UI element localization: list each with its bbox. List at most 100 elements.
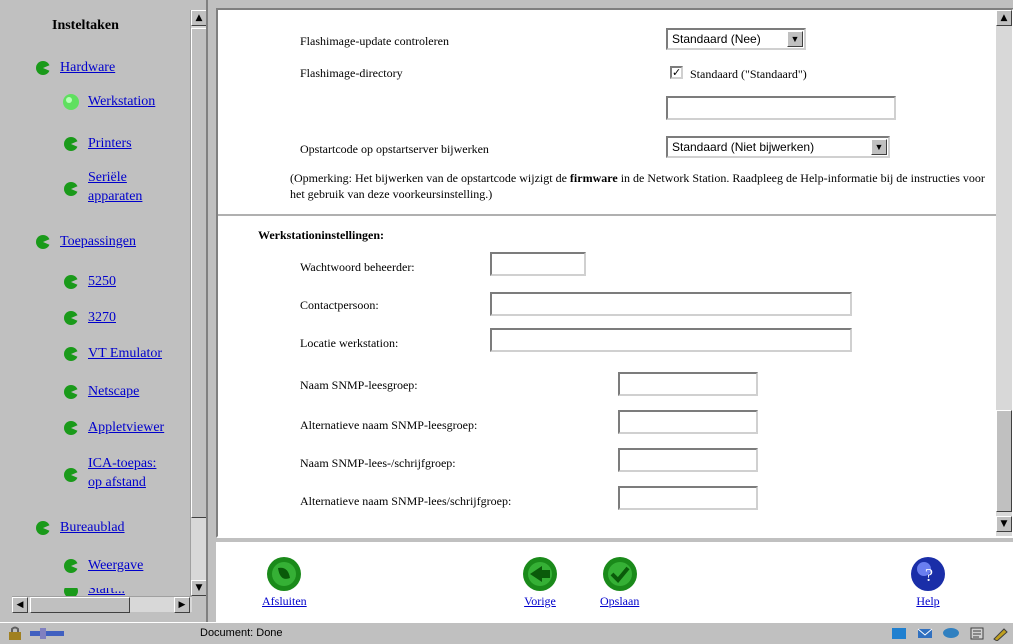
nav-item-weergave[interactable]: Weergave bbox=[62, 556, 143, 575]
nav-item-toepassingen[interactable]: Toepassingen bbox=[34, 232, 136, 251]
nav-link-werkstation[interactable]: Werkstation bbox=[88, 92, 155, 111]
snmp-read-alt-label: Alternatieve naam SNMP-leesgroep: bbox=[300, 418, 478, 432]
nav-link-printers[interactable]: Printers bbox=[88, 134, 132, 153]
snmp-rw-alt-label: Alternatieve naam SNMP-lees/schrijfgroep… bbox=[300, 494, 512, 508]
chevron-down-icon[interactable]: ▼ bbox=[871, 139, 887, 155]
scroll-left-icon[interactable]: ◀ bbox=[12, 597, 28, 613]
snmp-read-label: Naam SNMP-leesgroep: bbox=[300, 378, 418, 392]
save-label[interactable]: Opslaan bbox=[600, 594, 639, 609]
nav-link-hardware[interactable]: Hardware bbox=[60, 58, 115, 77]
scroll-thumb[interactable] bbox=[30, 597, 130, 613]
close-label[interactable]: Afsluiten bbox=[262, 594, 307, 609]
bootcode-note: (Opmerking: Het bijwerken van de opstart… bbox=[290, 170, 990, 202]
nav-item-3270[interactable]: 3270 bbox=[62, 308, 116, 327]
flash-update-select[interactable]: Standaard (Nee) ▼ bbox=[666, 28, 806, 50]
action-toolbar: Afsluiten Vorige Opslaan ? Help bbox=[216, 542, 1013, 622]
bullet-icon bbox=[36, 521, 50, 535]
help-icon: ? bbox=[911, 557, 945, 591]
snmp-read-input[interactable] bbox=[618, 372, 758, 396]
navigator-icon[interactable] bbox=[890, 626, 908, 641]
location-input[interactable] bbox=[490, 328, 852, 352]
browser-window: Insteltaken Hardware Werkstation Printer… bbox=[0, 0, 1013, 644]
nav-link-5250[interactable]: 5250 bbox=[88, 272, 116, 291]
scroll-thumb[interactable] bbox=[191, 28, 206, 518]
connection-icon bbox=[30, 628, 64, 639]
scroll-right-icon[interactable]: ▶ bbox=[174, 597, 190, 613]
flash-dir-label: Flashimage-directory bbox=[300, 66, 403, 80]
composer-icon[interactable] bbox=[968, 626, 986, 641]
contact-input[interactable] bbox=[490, 292, 852, 316]
flash-dir-checkbox[interactable]: ✓ bbox=[670, 66, 683, 79]
edit-icon[interactable] bbox=[992, 626, 1010, 641]
content-frame: Flashimage-update controleren Standaard … bbox=[216, 8, 1013, 538]
lock-icon bbox=[9, 626, 21, 640]
nav-vertical-scrollbar[interactable]: ▲ ▼ bbox=[190, 10, 206, 596]
nav-link-3270[interactable]: 3270 bbox=[88, 308, 116, 327]
bullet-icon bbox=[64, 275, 78, 289]
nav-item-bureaublad[interactable]: Bureaublad bbox=[34, 518, 125, 537]
svg-text:?: ? bbox=[925, 565, 933, 585]
help-label[interactable]: Help bbox=[916, 594, 939, 609]
bullet-icon bbox=[64, 137, 78, 151]
scroll-up-icon[interactable]: ▲ bbox=[996, 10, 1012, 26]
flash-update-label: Flashimage-update controleren bbox=[300, 34, 449, 48]
close-button[interactable]: Afsluiten bbox=[262, 556, 307, 609]
bullet-icon bbox=[64, 421, 78, 435]
nav-item-5250[interactable]: 5250 bbox=[62, 272, 116, 291]
scroll-up-icon[interactable]: ▲ bbox=[191, 10, 206, 26]
nav-link-bureaublad[interactable]: Bureaublad bbox=[60, 518, 125, 537]
mail-icon[interactable] bbox=[916, 626, 934, 641]
nav-link-serial[interactable]: Seriële apparaten bbox=[88, 168, 158, 206]
status-text: Document: Done bbox=[200, 627, 283, 639]
nav-link-vt-emulator[interactable]: VT Emulator bbox=[88, 344, 162, 363]
nav-item-werkstation[interactable]: Werkstation bbox=[62, 92, 155, 111]
bullet-icon bbox=[64, 385, 78, 399]
snmp-rw-alt-input[interactable] bbox=[618, 486, 758, 510]
chevron-down-icon[interactable]: ▼ bbox=[787, 31, 803, 47]
settings-tasks-frame: Insteltaken Hardware Werkstation Printer… bbox=[0, 0, 208, 622]
discussion-icon[interactable] bbox=[942, 626, 960, 641]
nav-link-toepassingen[interactable]: Toepassingen bbox=[60, 232, 136, 251]
nav-link-netscape[interactable]: Netscape bbox=[88, 382, 139, 401]
nav-item-appletviewer[interactable]: Appletviewer bbox=[62, 418, 164, 437]
help-button[interactable]: ? Help bbox=[910, 556, 946, 609]
previous-button[interactable]: Vorige bbox=[522, 556, 558, 609]
bootcode-select[interactable]: Standaard (Niet bijwerken) ▼ bbox=[666, 136, 890, 158]
content-vertical-scrollbar[interactable]: ▲ ▼ bbox=[996, 10, 1012, 536]
save-button[interactable]: Opslaan bbox=[600, 556, 639, 609]
nav-item-vt-emulator[interactable]: VT Emulator bbox=[62, 344, 162, 363]
admin-pw-label: Wachtwoord beheerder: bbox=[300, 260, 415, 274]
snmp-rw-input[interactable] bbox=[618, 448, 758, 472]
nav-horizontal-scrollbar[interactable]: ◀ ▶ bbox=[12, 596, 192, 613]
note-text: (Opmerking: Het bijwerken van de opstart… bbox=[290, 171, 570, 185]
nav-link-appletviewer[interactable]: Appletviewer bbox=[88, 418, 164, 437]
previous-label[interactable]: Vorige bbox=[524, 594, 556, 609]
bullet-icon bbox=[64, 347, 78, 361]
nav-item-hardware[interactable]: Hardware bbox=[34, 58, 115, 77]
bullet-icon bbox=[36, 61, 50, 75]
section-title: Werkstationinstellingen: bbox=[258, 228, 385, 242]
scroll-thumb[interactable] bbox=[996, 410, 1012, 512]
flash-dir-checkbox-label: Standaard ("Standaard") bbox=[690, 67, 807, 81]
bullet-icon bbox=[64, 559, 78, 573]
bullet-icon bbox=[64, 182, 78, 196]
location-label: Locatie werkstation: bbox=[300, 336, 399, 350]
status-bar: Document: Done bbox=[0, 622, 1013, 644]
nav-title: Insteltaken bbox=[52, 18, 119, 33]
snmp-rw-label: Naam SNMP-lees-/schrijfgroep: bbox=[300, 456, 456, 470]
scroll-down-icon[interactable]: ▼ bbox=[191, 580, 206, 596]
nav-item-netscape[interactable]: Netscape bbox=[62, 382, 139, 401]
snmp-read-alt-input[interactable] bbox=[618, 410, 758, 434]
nav-item-serial[interactable]: Seriële apparaten bbox=[62, 168, 192, 206]
nav-item-printers[interactable]: Printers bbox=[62, 134, 132, 153]
note-bold-text: firmware bbox=[569, 171, 618, 185]
nav-item-ica[interactable]: ICA-toepas: op afstand bbox=[62, 454, 192, 492]
flash-dir-input[interactable] bbox=[666, 96, 896, 120]
bullet-icon bbox=[64, 468, 78, 482]
scroll-down-icon[interactable]: ▼ bbox=[996, 516, 1012, 532]
admin-pw-input[interactable] bbox=[490, 252, 586, 276]
section-divider bbox=[218, 214, 998, 216]
nav-link-ica[interactable]: ICA-toepas: op afstand bbox=[88, 454, 166, 492]
nav-link-weergave[interactable]: Weergave bbox=[88, 556, 143, 575]
flash-update-value: Standaard (Nee) bbox=[672, 32, 761, 46]
